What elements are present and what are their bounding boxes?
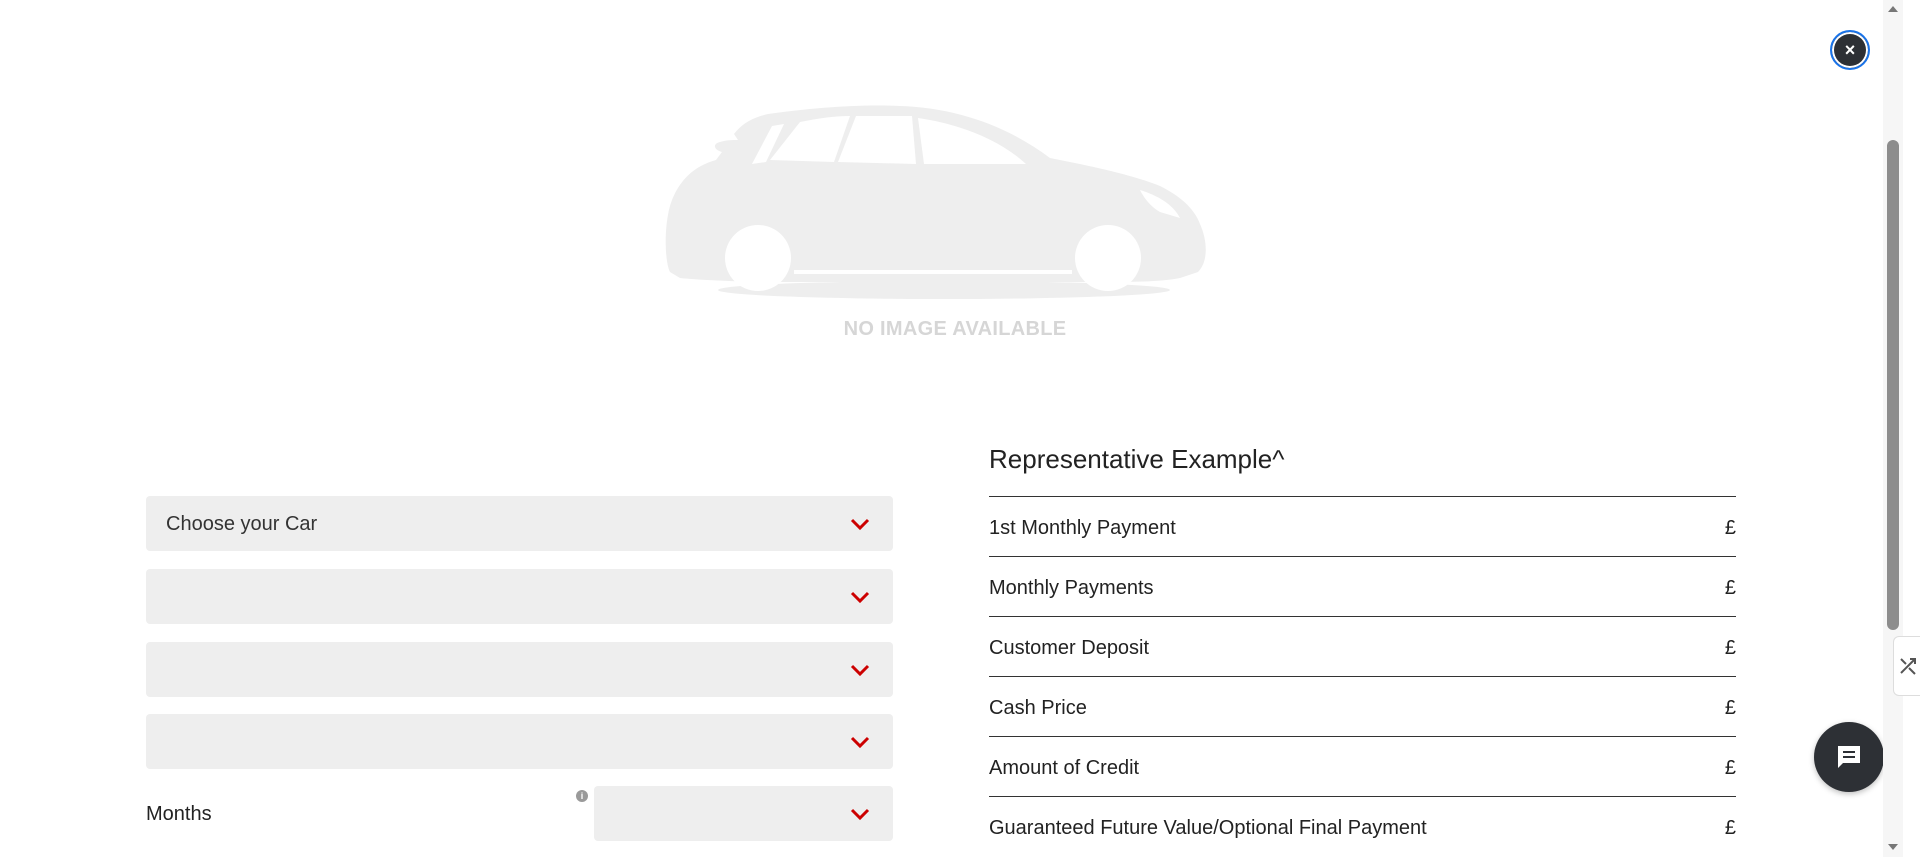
row-label: Monthly Payments [989,577,1154,599]
chevron-down-icon [850,518,870,531]
page-scrollbar[interactable] [1883,0,1903,857]
row-amount: £ [1724,577,1736,599]
car-select-value: Choose your Car [166,513,318,535]
variant-select[interactable] [146,642,893,697]
months-select[interactable] [594,786,893,841]
compare-arrows-icon [1899,658,1916,675]
row-amount: £ [1724,517,1736,539]
scroll-up-arrow-icon[interactable] [1888,6,1898,12]
table-row: Cash Price £ [989,676,1736,736]
vehicle-image-placeholder: NO IMAGE AVAILABLE [660,100,1220,350]
row-amount: £ [1724,757,1736,779]
table-row: Guaranteed Future Value/Optional Final P… [989,796,1736,856]
no-image-text: NO IMAGE AVAILABLE [843,318,1067,340]
side-widget-tab[interactable] [1893,636,1920,696]
chevron-down-icon [850,664,870,677]
row-label: Cash Price [989,697,1087,719]
row-amount: £ [1724,637,1736,659]
representative-example-title: Representative Example^ [989,444,1285,474]
scrollbar-thumb[interactable] [1887,140,1899,630]
chat-icon [1838,746,1860,768]
close-button[interactable]: × [1830,30,1870,70]
row-label: Amount of Credit [989,757,1140,779]
row-label: Customer Deposit [989,637,1150,659]
table-row: Monthly Payments £ [989,556,1736,616]
car-silhouette-icon [665,105,1206,299]
chat-button[interactable] [1814,722,1883,792]
info-icon[interactable]: i [576,790,588,802]
row-label: Guaranteed Future Value/Optional Final P… [989,817,1427,839]
car-select[interactable]: Choose your Car [146,496,893,551]
table-row: Customer Deposit £ [989,616,1736,676]
close-icon: × [1844,39,1856,60]
scroll-down-arrow-icon[interactable] [1888,844,1898,850]
row-label: 1st Monthly Payment [989,517,1176,539]
finance-calculator-modal: × NO IMAGE AVAILABLE Choose your Car Mon… [0,0,1883,857]
row-amount: £ [1724,817,1736,839]
model-select[interactable] [146,569,893,624]
table-row: Amount of Credit £ [989,736,1736,796]
row-amount: £ [1724,697,1736,719]
chevron-down-icon [850,736,870,749]
table-row: 1st Monthly Payment £ [989,496,1736,556]
option-select[interactable] [146,714,893,769]
chevron-down-icon [850,808,870,821]
months-label: Months [146,803,212,825]
representative-example-table: 1st Monthly Payment £ Monthly Payments £… [989,496,1736,856]
chevron-down-icon [850,591,870,604]
